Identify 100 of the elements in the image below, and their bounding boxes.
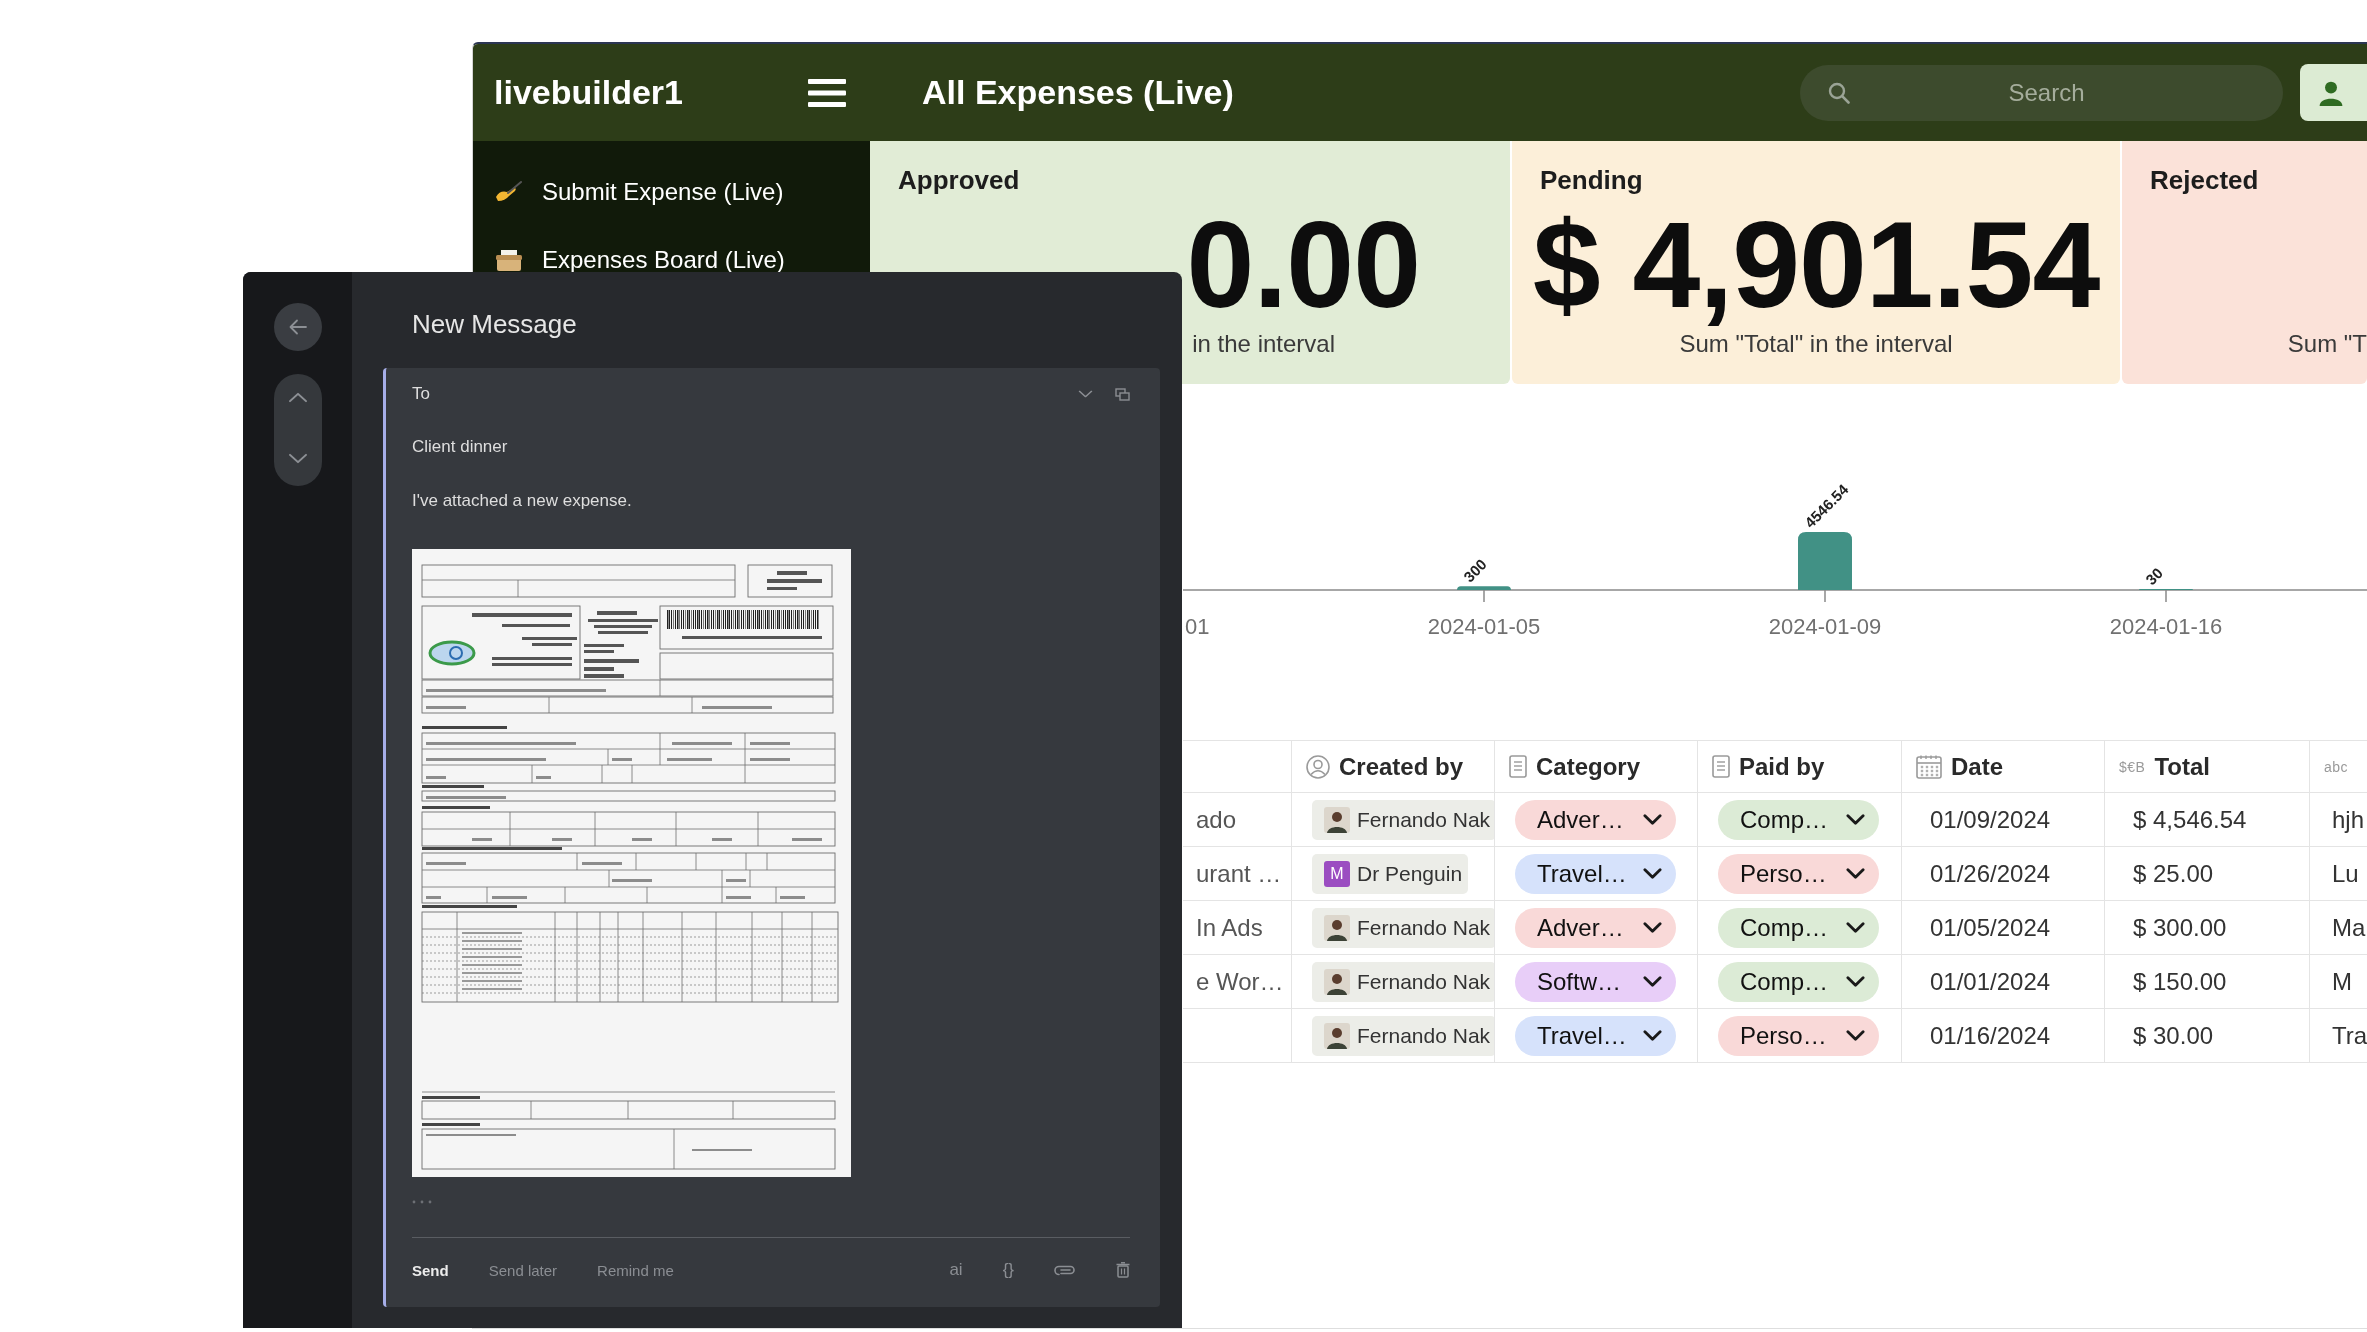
chevron-down-icon xyxy=(1643,922,1662,933)
kpi-value: 0.00 xyxy=(1186,203,1420,327)
column-header: Paid by xyxy=(1739,752,1825,781)
table-cell: ado xyxy=(1183,793,1292,847)
table-cell: $ 30.00 xyxy=(2105,1009,2310,1063)
arrow-left-icon xyxy=(288,319,307,335)
search-field[interactable]: Search xyxy=(1800,64,2283,121)
chevron-down-icon[interactable] xyxy=(1078,390,1093,398)
chevron-up-icon[interactable] xyxy=(287,392,308,403)
kpi-label: Pending xyxy=(1540,165,1643,195)
chevron-down-icon xyxy=(1643,868,1662,879)
send-button[interactable]: Send xyxy=(412,1261,449,1279)
table-cell: In Ads xyxy=(1183,901,1292,955)
table-cell: M xyxy=(2310,955,2367,1009)
axis-label: 01 xyxy=(1185,614,1210,639)
chevron-down-icon xyxy=(1643,814,1662,825)
table-cell: 01/26/2024 xyxy=(1902,847,2105,901)
user-button[interactable] xyxy=(2300,64,2367,121)
kpi-value: $ 4,901.54 xyxy=(1532,203,2100,327)
data-label: 300 xyxy=(1460,555,1490,586)
chevron-down-icon[interactable] xyxy=(287,453,308,464)
avatar-icon xyxy=(1324,968,1350,995)
category-select[interactable]: Travel… xyxy=(1515,853,1676,894)
toolbar-button[interactable]: {} xyxy=(1002,1260,1014,1280)
compose-title: New Message xyxy=(411,308,578,341)
kpi-caption: in the interval xyxy=(1192,329,1335,359)
table-cell: $ 150.00 xyxy=(2105,955,2310,1009)
field-type-label: abc xyxy=(2324,758,2349,775)
page-title: All Expenses (Live) xyxy=(922,73,1234,112)
column-header: Created by xyxy=(1339,752,1464,781)
subject-field[interactable]: Client dinner xyxy=(412,437,772,457)
user-name: Fernando Nak xyxy=(1357,915,1491,940)
trash-icon[interactable] xyxy=(1116,1262,1130,1278)
back-button[interactable] xyxy=(273,303,322,351)
table-cell: $ 4,546.54 xyxy=(2105,793,2310,847)
chevron-down-icon xyxy=(1846,814,1865,825)
chevron-down-icon xyxy=(1643,976,1662,987)
data-label: 30 xyxy=(2142,564,2166,589)
column-header: Category xyxy=(1536,752,1641,781)
copy-icon[interactable] xyxy=(1115,387,1130,401)
avatar-initial: M xyxy=(1324,860,1350,887)
search-icon xyxy=(1828,81,1850,104)
file-box-icon xyxy=(495,248,523,272)
category-select[interactable]: Adver… xyxy=(1515,799,1676,840)
chevron-down-icon xyxy=(1846,868,1865,879)
payer-select[interactable]: Comp… xyxy=(1718,907,1879,948)
table-cell: 01/09/2024 xyxy=(1902,793,2105,847)
table-cell: 01/01/2024 xyxy=(1902,955,2105,1009)
category-select[interactable]: Travel… xyxy=(1515,1015,1676,1056)
avatar-icon xyxy=(1324,914,1350,941)
column-header: Date xyxy=(1951,752,2004,781)
action-button[interactable]: Send later xyxy=(488,1261,558,1279)
table-cell: Lu xyxy=(2310,847,2367,901)
ellipsis-icon[interactable] xyxy=(412,1200,432,1204)
writing-hand-icon xyxy=(495,180,523,204)
table-cell: 01/05/2024 xyxy=(1902,901,2105,955)
user-name: Fernando Nak xyxy=(1357,807,1491,832)
sidebar-item[interactable]: Submit Expense (Live) xyxy=(473,158,870,226)
message-body: I've attached a new expense. xyxy=(412,491,632,511)
table-cell: Ma xyxy=(2310,901,2367,955)
payer-select[interactable]: Perso… xyxy=(1718,853,1879,894)
chevron-down-icon xyxy=(1846,922,1865,933)
document-icon xyxy=(1509,755,1527,778)
user-name: Fernando Nak xyxy=(1357,969,1491,994)
kpi-caption: Sum "Total" in the interval xyxy=(1679,329,1953,359)
calendar-icon xyxy=(1916,754,1942,779)
action-button[interactable]: Remind me xyxy=(597,1261,674,1279)
axis-label: 2024-01-05 xyxy=(1427,614,1541,639)
sidebar-item[interactable]: Expenses Board (Live) xyxy=(473,226,870,294)
user-name: Fernando Nak xyxy=(1357,1023,1491,1048)
table-cell: Tra xyxy=(2310,1009,2367,1063)
person-icon xyxy=(2318,79,2344,106)
chart-bar xyxy=(1457,586,1511,590)
chevron-down-icon xyxy=(1846,1030,1865,1041)
axis-label: 2024-01-16 xyxy=(2109,614,2223,639)
user-name: Dr Penguin xyxy=(1357,861,1463,886)
kpi-label: Approved xyxy=(898,165,1020,195)
avatar-icon xyxy=(1324,806,1350,833)
table-cell: 01/16/2024 xyxy=(1902,1009,2105,1063)
payer-select[interactable]: Perso… xyxy=(1718,1015,1879,1056)
payer-select[interactable]: Comp… xyxy=(1718,799,1879,840)
workspace-name: livebuilder1 xyxy=(494,73,683,112)
kpi-label: Rejected xyxy=(2150,165,2259,195)
table-cell: e Wor… xyxy=(1183,955,1292,1009)
table-cell: $ 300.00 xyxy=(2105,901,2310,955)
category-select[interactable]: Adver… xyxy=(1515,907,1676,948)
payer-select[interactable]: Comp… xyxy=(1718,961,1879,1002)
axis-label: 2024-01-09 xyxy=(1768,614,1882,639)
person-circle-icon xyxy=(1306,754,1330,779)
table-cell: urant … xyxy=(1183,847,1292,901)
toolbar-button[interactable]: ai xyxy=(949,1260,963,1280)
avatar-icon xyxy=(1324,1022,1350,1049)
document-icon xyxy=(1712,755,1730,778)
table-cell: hjh xyxy=(2310,793,2367,847)
category-select[interactable]: Softw… xyxy=(1515,961,1676,1002)
kpi-caption: Sum "T xyxy=(2287,329,2367,359)
recipient-field[interactable]: To xyxy=(412,384,612,404)
paperclip-icon[interactable] xyxy=(1054,1264,1076,1276)
menu-icon[interactable] xyxy=(808,78,846,107)
field-type-label: $€B xyxy=(2119,758,2146,775)
